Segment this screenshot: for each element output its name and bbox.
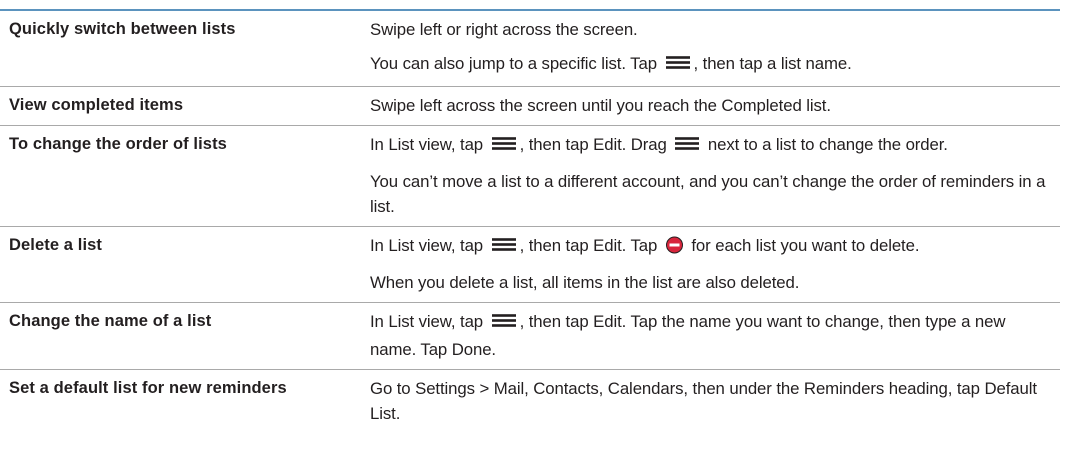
description-text: Swipe left across the screen until you r…: [370, 96, 831, 115]
list-menu-icon: [491, 312, 517, 337]
table-row: Change the name of a list In List view, t…: [0, 303, 1060, 370]
action-label: Set a default list for new reminders: [9, 379, 287, 397]
table-row: Set a default list for new reminders Go t…: [0, 370, 1060, 433]
action-description: Swipe left or right across the screen. Yo…: [360, 17, 1060, 79]
table-row: To change the order of lists In List view…: [0, 126, 1060, 227]
list-menu-icon: [491, 135, 517, 160]
description-paragraph: You can also jump to a specific list. Ta…: [370, 51, 1054, 79]
table-row: View completed items Swipe left across th…: [0, 87, 1060, 126]
description-text: , then tap Edit. Tap: [519, 236, 662, 255]
description-text: Go to Settings > Mail, Contacts, Calenda…: [370, 379, 1037, 423]
action-description: In List view, tap , then tap Edit. Drag …: [360, 132, 1060, 219]
list-menu-icon: [491, 236, 517, 261]
description-paragraph: Swipe left across the screen until you r…: [370, 93, 1054, 118]
reorder-handle-icon: [674, 135, 700, 160]
action-description: Go to Settings > Mail, Contacts, Calenda…: [360, 376, 1060, 426]
table-row: Quickly switch between lists Swipe left o…: [0, 11, 1060, 87]
description-paragraph: In List view, tap , then tap Edit. Tap t…: [370, 309, 1054, 362]
action-description: In List view, tap , then tap Edit. Tap f…: [360, 233, 1060, 295]
description-text: You can’t move a list to a different acc…: [370, 172, 1046, 216]
description-text: , then tap a list name.: [693, 54, 852, 73]
description-paragraph: In List view, tap , then tap Edit. Drag …: [370, 132, 1054, 160]
action-description: In List view, tap , then tap Edit. Tap t…: [360, 309, 1060, 362]
description-paragraph: Swipe left or right across the screen.: [370, 17, 1054, 42]
list-menu-icon: [665, 54, 691, 79]
description-paragraph: When you delete a list, all items in the…: [370, 270, 1054, 295]
description-paragraph: In List view, tap , then tap Edit. Tap f…: [370, 233, 1054, 261]
description-text: next to a list to change the order.: [703, 135, 948, 154]
description-text: Swipe left or right across the screen.: [370, 20, 638, 39]
action-label: Change the name of a list: [9, 312, 212, 330]
description-text: , then tap Edit. Drag: [519, 135, 672, 154]
description-text: In List view, tap: [370, 236, 488, 255]
actions-table: Quickly switch between lists Swipe left o…: [0, 9, 1060, 433]
action-label: Quickly switch between lists: [9, 20, 236, 38]
description-text: In List view, tap: [370, 312, 488, 331]
description-text: You can also jump to a specific list. Ta…: [370, 54, 662, 73]
description-paragraph: Go to Settings > Mail, Contacts, Calenda…: [370, 376, 1054, 426]
action-label: Delete a list: [9, 236, 103, 254]
action-label: View completed items: [9, 96, 184, 114]
delete-icon: [665, 236, 684, 261]
action-label: To change the order of lists: [9, 135, 227, 153]
description-text: In List view, tap: [370, 135, 488, 154]
table-row: Delete a list In List view, tap , then ta…: [0, 227, 1060, 303]
action-description: Swipe left across the screen until you r…: [360, 93, 1060, 118]
description-text: When you delete a list, all items in the…: [370, 273, 800, 292]
description-paragraph: You can’t move a list to a different acc…: [370, 169, 1054, 219]
description-text: for each list you want to delete.: [686, 236, 920, 255]
